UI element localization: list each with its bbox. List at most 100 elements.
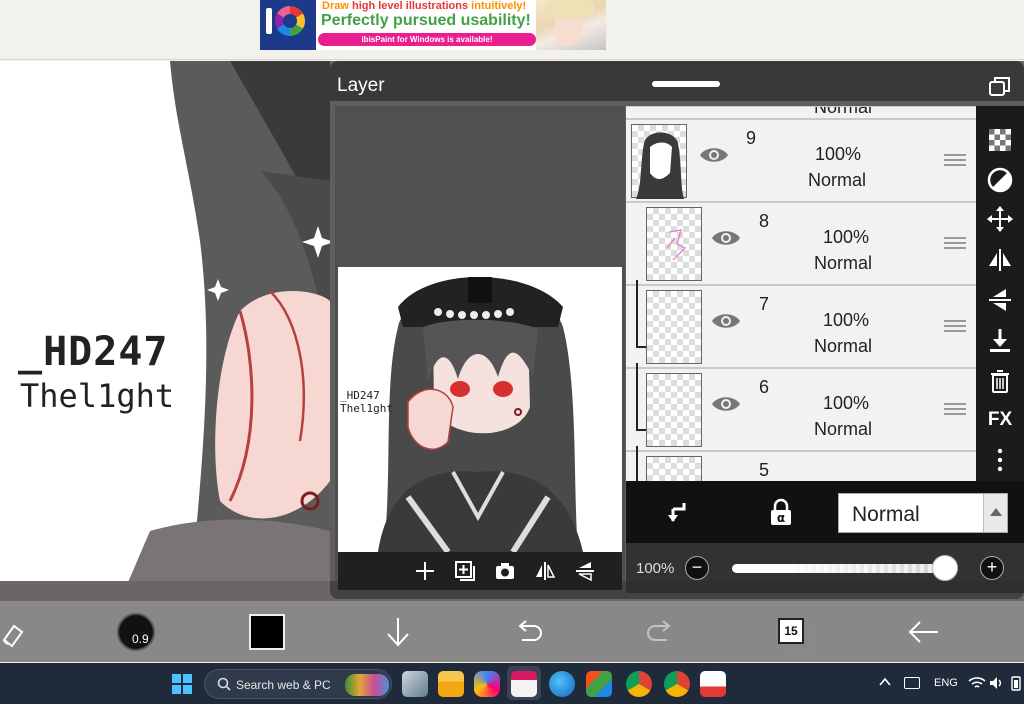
move-icon[interactable]	[986, 205, 1014, 233]
ibispaint-ad-banner[interactable]: Draw high level illustrations intuitivel…	[260, 0, 606, 50]
bluestacks-icon[interactable]	[586, 671, 612, 697]
flip-vertical-icon[interactable]	[574, 560, 596, 582]
fx-button[interactable]: FX	[986, 406, 1014, 434]
chevron-up-icon[interactable]	[878, 675, 892, 689]
layer-number: 7	[759, 294, 770, 314]
layer-row-partial[interactable]: Normal	[626, 106, 976, 120]
canvas-preview-thumbnail[interactable]: _HD247 Thel1ght	[338, 267, 622, 552]
chrome-icon[interactable]	[626, 671, 652, 697]
copilot-icon[interactable]	[474, 671, 500, 697]
layer-thumbnail	[646, 456, 702, 481]
layer-row-7[interactable]: 7 100% Normal	[626, 280, 976, 369]
snipping-tool-icon[interactable]	[700, 671, 726, 697]
fill-invert-icon[interactable]	[986, 166, 1014, 194]
layer-drag-handle[interactable]	[944, 154, 966, 168]
layer-opacity: 100%	[823, 227, 870, 247]
layer-list[interactable]: Normal 9 100% Normal 8 100% Normal 7 100…	[626, 106, 976, 481]
eye-icon[interactable]	[710, 227, 742, 249]
merge-down-icon[interactable]	[986, 326, 1014, 354]
preview-toolbar	[338, 552, 622, 590]
layer-blend-mode: Normal	[814, 419, 873, 439]
layers-button[interactable]: 15	[778, 618, 811, 651]
eye-icon[interactable]	[698, 144, 730, 166]
preview-signature-line-2: Thel1ght	[340, 402, 393, 415]
back-arrow-icon[interactable]	[906, 614, 940, 650]
blend-mode-select[interactable]: Normal	[838, 493, 1008, 533]
volume-icon[interactable]	[988, 675, 1004, 691]
eye-icon[interactable]	[710, 393, 742, 415]
battery-icon[interactable]	[1008, 675, 1024, 691]
layer-row-8[interactable]: 8 100% Normal	[626, 203, 976, 286]
search-highlight-image	[345, 674, 389, 696]
ad-line-2: Perfectly pursued usability!	[321, 12, 531, 29]
bottom-toolbar: 0.9 15	[0, 601, 1024, 662]
flip-horizontal-icon[interactable]	[986, 246, 1014, 274]
layer-number: 9	[746, 128, 757, 148]
camera-icon[interactable]	[494, 560, 516, 582]
chrome-profile-icon[interactable]	[664, 671, 690, 697]
arrow-down-icon[interactable]	[384, 614, 412, 650]
maximize-icon[interactable]	[988, 75, 1012, 97]
svg-text:α: α	[777, 511, 785, 525]
layer-number: 6	[759, 377, 770, 397]
ad-line-3: ibisPaint for Windows is available!	[318, 33, 536, 46]
clipping-indicator	[636, 280, 646, 348]
file-explorer-icon[interactable]	[438, 671, 464, 697]
ad-bar: Draw high level illustrations intuitivel…	[0, 0, 1024, 60]
layer-blend-mode: Normal	[808, 170, 867, 190]
layer-partial-mode: Normal	[814, 106, 873, 117]
preview-signature-line-1: _HD247	[340, 389, 380, 402]
layer-number: 5	[759, 460, 770, 480]
wifi-icon[interactable]	[968, 675, 986, 691]
checker-icon[interactable]	[986, 126, 1014, 154]
eye-icon[interactable]	[710, 310, 742, 332]
layer-opacity: 100%	[823, 310, 870, 330]
blend-mode-value: Normal	[852, 503, 920, 526]
layer-thumbnail	[646, 373, 702, 447]
layer-drag-handle[interactable]	[944, 320, 966, 334]
redo-icon[interactable]	[645, 614, 675, 650]
flip-horizontal-icon[interactable]	[534, 560, 556, 582]
layer-blend-mode: Normal	[814, 336, 873, 356]
opacity-slider-knob[interactable]	[932, 555, 958, 581]
edge-icon[interactable]	[549, 671, 575, 697]
opacity-increase-button[interactable]: +	[980, 556, 1004, 580]
chevron-up-icon	[983, 494, 1007, 532]
blend-controls: α Normal	[626, 481, 1024, 543]
more-icon[interactable]	[986, 446, 1014, 474]
eraser-icon[interactable]	[0, 614, 26, 650]
alpha-lock-icon[interactable]: α	[768, 498, 794, 526]
trash-icon[interactable]	[986, 367, 1014, 395]
duplicate-layer-icon[interactable]	[454, 560, 476, 582]
windows-start-icon[interactable]	[172, 674, 192, 694]
opacity-decrease-button[interactable]: −	[685, 556, 709, 580]
undo-icon[interactable]	[514, 614, 544, 650]
clipping-icon[interactable]	[664, 499, 690, 525]
color-swatch[interactable]	[249, 614, 285, 650]
windows-taskbar: Search web & PC ENG	[0, 663, 1024, 704]
clipping-indicator	[636, 363, 646, 431]
opacity-label: 100%	[636, 560, 675, 577]
taskbar-search[interactable]: Search web & PC	[204, 669, 392, 699]
layer-8-preview	[666, 229, 687, 261]
brush-size-button[interactable]: 0.9	[116, 613, 156, 651]
layer-tool-strip: FX	[976, 106, 1024, 481]
store-icon[interactable]	[511, 671, 537, 697]
opacity-slider[interactable]	[732, 564, 958, 573]
layer-opacity: 100%	[823, 393, 870, 413]
layer-drag-handle[interactable]	[944, 237, 966, 251]
ad-character-image	[536, 0, 606, 50]
layer-row-9[interactable]: 9 100% Normal	[626, 120, 976, 203]
layer-row-5[interactable]: 5	[626, 446, 976, 481]
add-layer-icon[interactable]	[414, 560, 436, 582]
input-language[interactable]: ENG	[934, 677, 958, 689]
layer-row-6[interactable]: 6 100% Normal	[626, 363, 976, 452]
layer-thumbnail	[631, 124, 687, 199]
layer-panel-title: Layer	[337, 75, 385, 96]
layer-drag-handle[interactable]	[944, 403, 966, 417]
search-icon	[217, 677, 231, 691]
task-view-icon[interactable]	[402, 671, 428, 697]
flip-vertical-icon[interactable]	[986, 286, 1014, 314]
keyboard-icon[interactable]	[904, 677, 920, 689]
panel-drag-handle[interactable]	[652, 81, 720, 87]
